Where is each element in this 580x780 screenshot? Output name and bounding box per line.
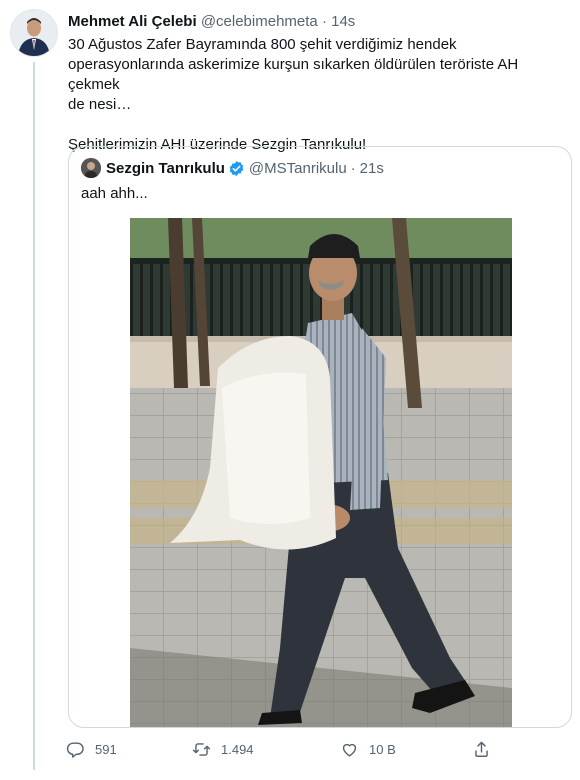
quote-header: Sezgin Tanrıkulu @MSTanrikulu · 21s (81, 158, 384, 178)
tweet-line-1: 30 Ağustos Zafer Bayramında 800 şehit ve… (68, 36, 457, 53)
quote-time[interactable]: 21s (360, 160, 384, 177)
quote-photo[interactable] (130, 218, 512, 727)
tweet-text: 30 Ağustos Zafer Bayramında 800 şehit ve… (68, 35, 568, 155)
like-count: 10 B (369, 742, 396, 757)
like-icon (342, 743, 357, 757)
thread-line (33, 62, 35, 770)
verified-badge-icon (229, 160, 244, 176)
share-icon (475, 741, 488, 757)
quote-text: aah ahh... (81, 185, 148, 202)
quoted-tweet[interactable]: Sezgin Tanrıkulu @MSTanrikulu · 21s aah … (68, 146, 572, 728)
author-name[interactable]: Mehmet Ali Çelebi (68, 13, 197, 30)
quote-dot-separator: · (350, 159, 356, 177)
tweet-actions: 591 1.494 10 B (66, 740, 506, 762)
retweet-button[interactable]: 1.494 (192, 740, 254, 759)
tweet-line-3: de nesi… (68, 96, 132, 113)
share-button[interactable] (472, 740, 501, 759)
quote-author-handle[interactable]: @MSTanrikulu (249, 160, 347, 177)
retweet-count: 1.494 (221, 742, 254, 757)
reply-icon (66, 742, 84, 758)
tweet-header: Mehmet Ali Çelebi @celebimehmeta · 14s (68, 13, 355, 30)
dot-separator: · (321, 13, 327, 30)
author-avatar[interactable] (10, 9, 58, 57)
reply-count: 591 (95, 742, 117, 757)
author-handle[interactable]: @celebimehmeta (201, 13, 318, 30)
retweet-icon (192, 743, 211, 756)
tweet-line-2: operasyonlarında askerimize kurşun sıkar… (68, 56, 519, 93)
quote-author-avatar[interactable] (81, 158, 101, 178)
reply-button[interactable]: 591 (66, 740, 117, 759)
like-button[interactable]: 10 B (340, 740, 396, 759)
quote-author-name[interactable]: Sezgin Tanrıkulu (106, 160, 225, 177)
tweet-time[interactable]: 14s (331, 13, 355, 30)
